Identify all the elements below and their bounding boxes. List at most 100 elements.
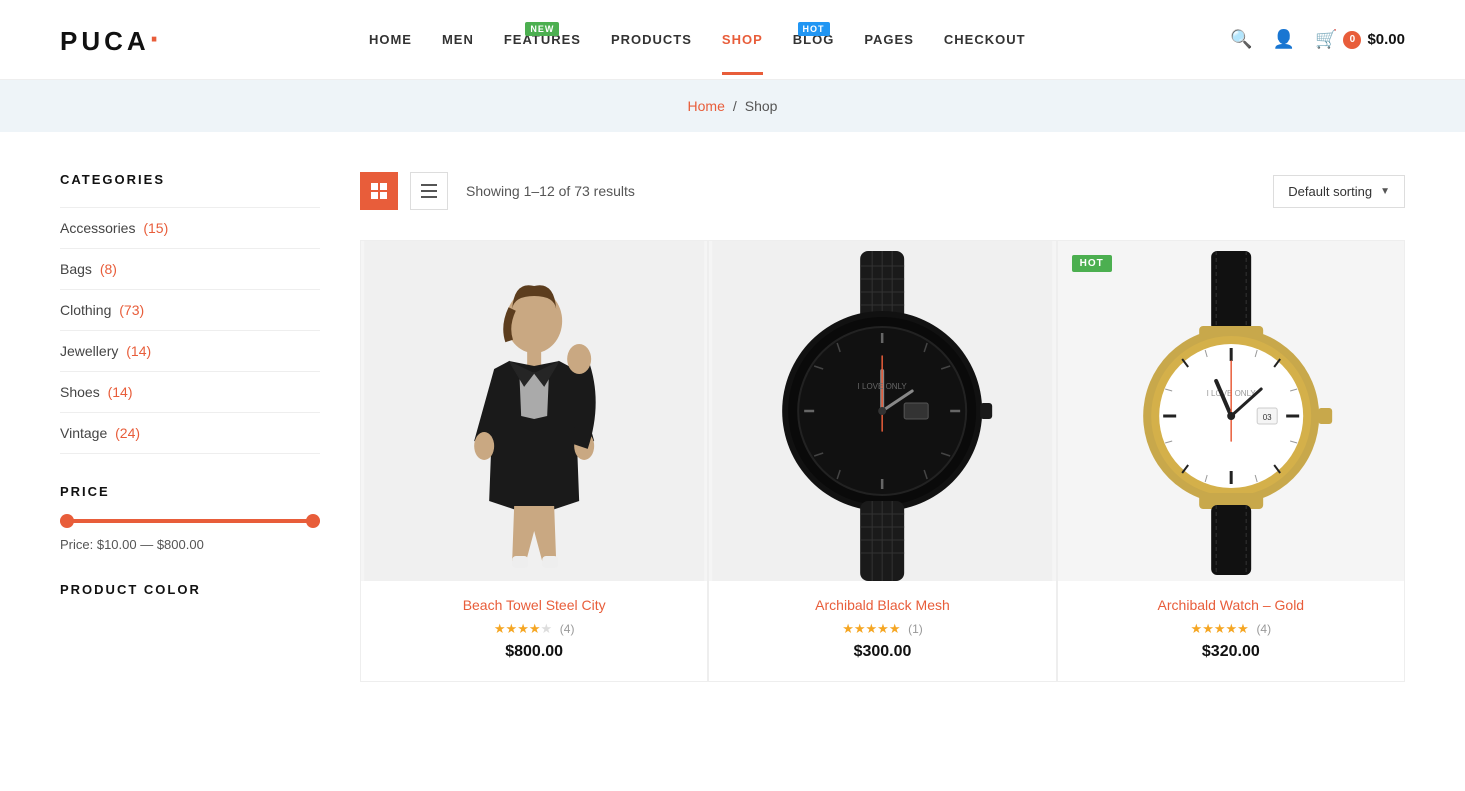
product-image-beach-towel: [361, 241, 707, 581]
product-info-archibald-black: Archibald Black Mesh ★★★★★ (1) $300.00: [709, 581, 1055, 681]
star-5: ★: [1237, 621, 1249, 636]
product-image-archibald-gold: HOT: [1058, 241, 1404, 581]
header: PUCA· HOME MEN NEW FEATURES PRODUCTS SHO…: [0, 0, 1465, 80]
product-price-archibald-gold: $320.00: [1078, 643, 1384, 661]
hot-badge: HOT: [798, 22, 830, 36]
grid-icon: [371, 183, 387, 199]
product-stars-archibald-gold: ★★★★★ (4): [1078, 621, 1384, 637]
product-color-title: PRODUCT COLOR: [60, 582, 320, 597]
category-name: Shoes: [60, 384, 100, 400]
header-icons: 🔍 👤 🛒 0 $0.00: [1230, 29, 1405, 50]
category-name: Accessories: [60, 220, 135, 236]
grid-view-button[interactable]: [360, 172, 398, 210]
logo[interactable]: PUCA·: [60, 21, 164, 58]
product-image-svg: [361, 241, 707, 581]
star-2: ★: [1202, 621, 1214, 636]
category-accessories[interactable]: Accessories (15): [60, 207, 320, 249]
review-count: (1): [908, 622, 923, 636]
price-title: PRICE: [60, 484, 320, 499]
products-toolbar: Showing 1–12 of 73 results Default sorti…: [360, 172, 1405, 210]
category-count: (14): [126, 343, 151, 359]
product-name-archibald-black[interactable]: Archibald Black Mesh: [729, 597, 1035, 613]
category-name: Jewellery: [60, 343, 118, 359]
main-content: CATEGORIES Accessories (15) Bags (8) Clo…: [0, 132, 1465, 722]
product-image-svg-black: I LOVE ONLY: [709, 241, 1055, 581]
product-card-archibald-gold[interactable]: HOT: [1057, 240, 1405, 682]
cart-count: 0: [1343, 31, 1361, 49]
star-3: ★: [1214, 621, 1226, 636]
breadcrumb-home[interactable]: Home: [688, 98, 725, 114]
price-label: Price: $10.00 — $800.00: [60, 537, 320, 552]
account-icon[interactable]: 👤: [1273, 29, 1295, 50]
category-count: (73): [119, 302, 144, 318]
price-thumb-max[interactable]: [306, 514, 320, 528]
category-list: Accessories (15) Bags (8) Clothing (73) …: [60, 207, 320, 454]
nav-item-blog[interactable]: HOT BLOG: [793, 32, 835, 47]
star-4: ★: [1226, 621, 1238, 636]
price-thumb-min[interactable]: [60, 514, 74, 528]
category-name: Vintage: [60, 425, 107, 441]
product-info-beach-towel: Beach Towel Steel City ★★★★★ (4) $800.00: [361, 581, 707, 681]
sidebar: CATEGORIES Accessories (15) Bags (8) Clo…: [60, 172, 320, 682]
list-view-button[interactable]: [410, 172, 448, 210]
category-clothing[interactable]: Clothing (73): [60, 290, 320, 331]
star-1: ★: [494, 621, 506, 636]
nav-item-men[interactable]: MEN: [442, 32, 474, 47]
category-vintage[interactable]: Vintage (24): [60, 413, 320, 454]
nav-item-pages[interactable]: PAGES: [864, 32, 914, 47]
nav-item-checkout[interactable]: CHECKOUT: [944, 32, 1026, 47]
product-card-beach-towel[interactable]: Beach Towel Steel City ★★★★★ (4) $800.00: [360, 240, 708, 682]
review-count: (4): [560, 622, 575, 636]
cart-button[interactable]: 🛒 0 $0.00: [1315, 29, 1405, 50]
category-jewellery[interactable]: Jewellery (14): [60, 331, 320, 372]
search-icon[interactable]: 🔍: [1230, 29, 1252, 50]
logo-dot: ·: [150, 21, 165, 57]
star-2: ★: [854, 621, 866, 636]
category-shoes[interactable]: Shoes (14): [60, 372, 320, 413]
results-text: Showing 1–12 of 73 results: [466, 183, 1261, 199]
price-filter: PRICE Price: $10.00 — $800.00: [60, 484, 320, 552]
review-count: (4): [1256, 622, 1271, 636]
product-image-svg-gold: I LOVE ONLY 03: [1058, 241, 1404, 581]
nav-item-home[interactable]: HOME: [369, 32, 412, 47]
category-name: Clothing: [60, 302, 111, 318]
nav-item-products[interactable]: PRODUCTS: [611, 32, 692, 47]
new-badge: NEW: [525, 22, 559, 36]
product-price-beach-towel: $800.00: [381, 643, 687, 661]
star-3: ★: [866, 621, 878, 636]
product-name-beach-towel[interactable]: Beach Towel Steel City: [381, 597, 687, 613]
category-count: (14): [108, 384, 133, 400]
star-2: ★: [506, 621, 518, 636]
star-5: ★: [889, 621, 901, 636]
cart-icon: 🛒: [1315, 29, 1337, 50]
category-count: (24): [115, 425, 140, 441]
product-name-archibald-gold[interactable]: Archibald Watch – Gold: [1078, 597, 1384, 613]
products-area: Showing 1–12 of 73 results Default sorti…: [360, 172, 1405, 682]
sort-label: Default sorting: [1288, 184, 1372, 199]
breadcrumb-current: Shop: [745, 98, 778, 114]
star-3: ★: [517, 621, 529, 636]
star-5: ★: [541, 621, 553, 636]
sort-arrow-icon: ▼: [1380, 186, 1390, 197]
product-price-archibald-black: $300.00: [729, 643, 1035, 661]
category-name: Bags: [60, 261, 92, 277]
list-icon: [421, 183, 437, 199]
nav-item-shop[interactable]: SHOP: [722, 32, 763, 47]
product-image-archibald-black: I LOVE ONLY: [709, 241, 1055, 581]
cart-total: $0.00: [1367, 31, 1405, 48]
svg-text:03: 03: [1262, 413, 1271, 422]
svg-text:I LOVE ONLY: I LOVE ONLY: [858, 382, 908, 391]
product-info-archibald-gold: Archibald Watch – Gold ★★★★★ (4) $320.00: [1058, 581, 1404, 681]
star-1: ★: [842, 621, 854, 636]
price-range-fill: [60, 519, 320, 523]
nav-item-features[interactable]: NEW FEATURES: [504, 32, 581, 47]
product-grid: Beach Towel Steel City ★★★★★ (4) $800.00: [360, 240, 1405, 682]
breadcrumb-separator: /: [733, 98, 737, 114]
hot-badge: HOT: [1072, 255, 1112, 272]
category-bags[interactable]: Bags (8): [60, 249, 320, 290]
product-stars-beach-towel: ★★★★★ (4): [381, 621, 687, 637]
product-card-archibald-black[interactable]: I LOVE ONLY Archibald Black Mesh: [708, 240, 1056, 682]
breadcrumb-bar: Home / Shop: [0, 80, 1465, 132]
sort-dropdown[interactable]: Default sorting ▼: [1273, 175, 1405, 208]
price-range-track[interactable]: [60, 519, 320, 523]
